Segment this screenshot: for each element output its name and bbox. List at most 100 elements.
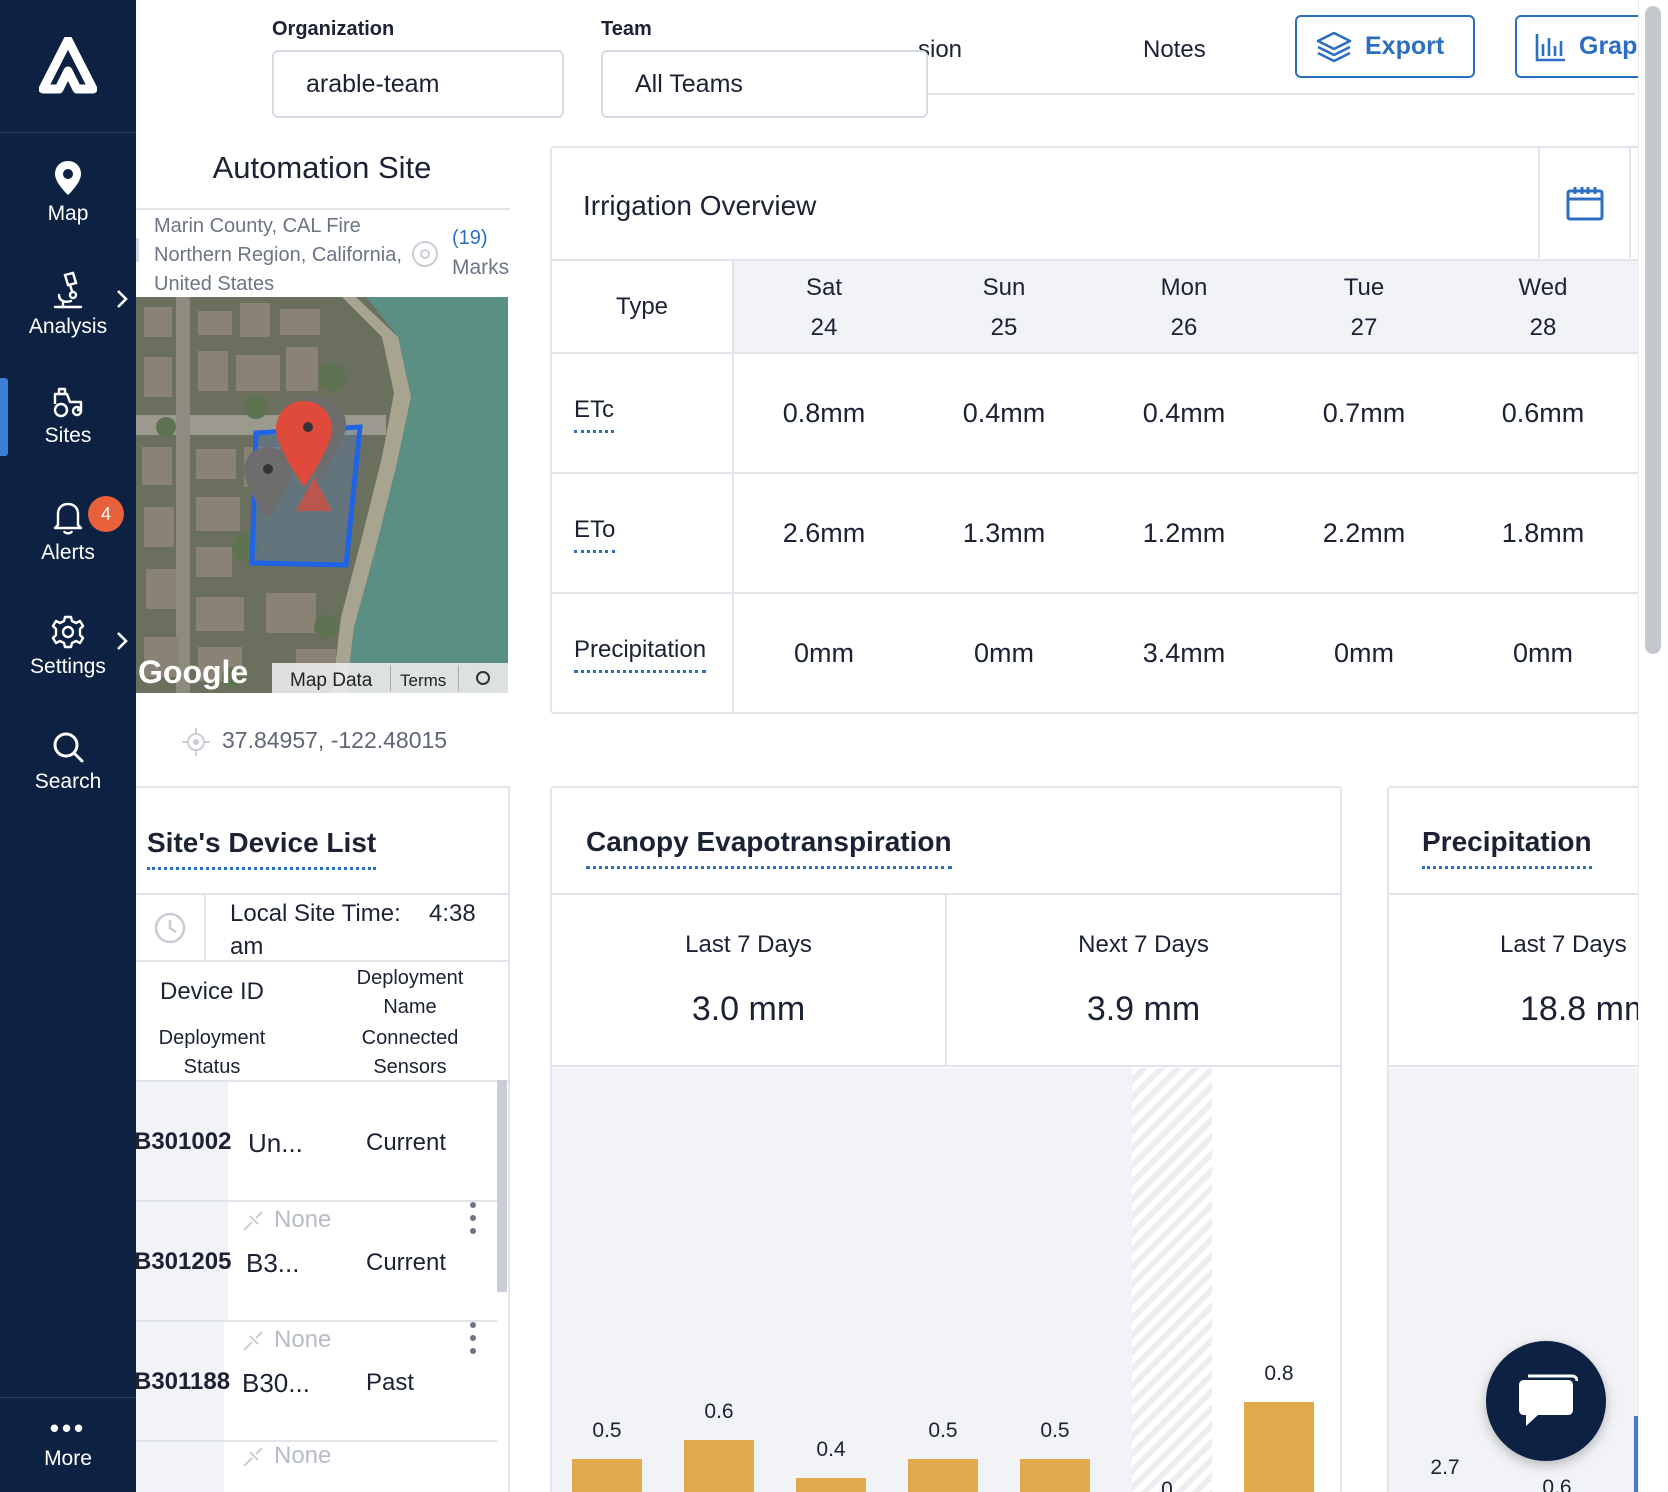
canopy-et-bar[interactable] [796, 1478, 866, 1492]
etc-row-label[interactable]: ETc [574, 396, 615, 433]
device-list-title[interactable]: Site's Device List [147, 827, 377, 870]
arable-logo[interactable] [0, 0, 136, 133]
link-broken-icon [243, 1447, 263, 1467]
canopy-et-bar[interactable] [1244, 1402, 1314, 1492]
precipitation-row-label[interactable]: Precipitation [574, 636, 707, 673]
nav-more[interactable]: ••• More [0, 1397, 136, 1492]
graph-button[interactable]: Graph [1515, 15, 1655, 78]
col-connected-sensors[interactable]: Connected Sensors [340, 1024, 480, 1082]
nav-analysis[interactable]: Analysis [0, 255, 136, 355]
col-device-id[interactable]: Device ID [150, 978, 274, 1006]
canopy-et-bar[interactable] [684, 1440, 754, 1492]
nav-more-label: More [44, 1447, 92, 1470]
link-broken-icon [243, 1211, 263, 1231]
eto-value: 2.6mm [782, 518, 866, 548]
canopy-et-bar-label: 0.8 [1264, 1362, 1294, 1385]
irr-divider [551, 259, 1640, 261]
etc-value: 0.6mm [1501, 398, 1585, 428]
location-target-icon[interactable] [411, 240, 439, 268]
precip-value: 0mm [974, 638, 1034, 668]
canopy-et-bar[interactable] [908, 1459, 978, 1492]
organization-select[interactable]: arable-team [272, 50, 564, 118]
site-map[interactable]: Google Map Data Terms [136, 297, 508, 693]
canopy-et-bar-label: 0.5 [928, 1419, 958, 1442]
deployment-name[interactable]: Un... [248, 1128, 303, 1159]
arable-logo-icon [39, 37, 97, 94]
eto-row-label[interactable]: ETo [574, 516, 616, 553]
day-header: Wed 28 [1453, 268, 1633, 348]
canopy-et-title[interactable]: Canopy Evapotranspiration [586, 826, 952, 869]
connected-sensors-value: None [274, 1442, 332, 1469]
bell-icon [53, 502, 83, 535]
local-time-value: 4:38 [429, 900, 476, 927]
day-header: Sun 25 [914, 268, 1094, 348]
link-broken-icon [243, 1331, 263, 1351]
col-deployment-name[interactable]: Deployment Name [340, 964, 480, 1022]
etc-value: 0.7mm [1322, 398, 1406, 428]
device-id[interactable]: B301188 [134, 1368, 230, 1396]
canopy-et-bar[interactable] [572, 1459, 642, 1492]
tractor-icon [53, 387, 83, 418]
more-dots-icon: ••• [49, 1413, 87, 1443]
day-header: Mon 26 [1094, 268, 1274, 348]
export-button[interactable]: Export [1295, 15, 1475, 78]
irr-divider [551, 592, 1640, 594]
col-deployment-status[interactable]: Deployment Status [142, 1024, 282, 1082]
device-id[interactable]: B301205 [134, 1248, 231, 1276]
precip-value: 0mm [1334, 638, 1394, 668]
site-address: Marin County, CAL Fire Northern Region, … [154, 215, 402, 295]
irr-divider [551, 352, 1640, 354]
nav-sites[interactable]: Sites [0, 367, 136, 467]
nav-settings[interactable]: Settings [0, 597, 136, 697]
day-name: Tue [1343, 274, 1385, 301]
chat-button[interactable] [1486, 1341, 1606, 1461]
nav-alerts[interactable]: Alerts 4 [0, 482, 136, 582]
day-date: 25 [990, 314, 1018, 341]
device-divider [136, 960, 509, 962]
clock-cell [136, 895, 206, 961]
team-label: Team [601, 18, 652, 40]
google-logo: Google [138, 654, 248, 690]
canopy-et-bar[interactable] [1020, 1459, 1090, 1492]
deployment-name[interactable]: B3... [246, 1248, 299, 1279]
device-row-id-bg [136, 1442, 224, 1492]
team-select[interactable]: All Teams [601, 50, 928, 118]
deployment-status: Past [366, 1369, 415, 1396]
row-menu-kebab-icon[interactable] [467, 1322, 479, 1354]
card-divider [1389, 893, 1640, 895]
deployment-name[interactable]: B30... [242, 1368, 310, 1399]
crosshair-icon [182, 728, 210, 756]
connected-sensors: None [242, 1442, 331, 1470]
precip-value: 0mm [1513, 638, 1573, 668]
canopy-et-bar-label: 0.4 [816, 1438, 846, 1461]
tab-notes[interactable]: Notes [1143, 36, 1206, 64]
address-edge [136, 238, 139, 262]
eto-value: 1.2mm [1142, 518, 1226, 548]
next-7-days-label: Next 7 Days [1078, 931, 1209, 958]
irrigation-overview-title: Irrigation Overview [583, 190, 817, 221]
nav-alerts-label: Alerts [41, 541, 95, 564]
etc-value: 0.4mm [1142, 398, 1226, 428]
chevron-right-icon [117, 290, 128, 308]
nav-analysis-label: Analysis [28, 315, 108, 338]
card-divider [552, 1065, 1340, 1067]
device-id[interactable]: B301002 [134, 1128, 231, 1156]
marks-count[interactable]: (19) [452, 227, 488, 250]
organization-label: Organization [272, 18, 395, 40]
nav-search[interactable]: Search [0, 712, 136, 812]
canopy-et-bar-label: 0.5 [592, 1419, 622, 1442]
sidebar: Map Analysis Sites Alerts 4 Settings Sea… [0, 0, 136, 1492]
etc-value: 0.8mm [782, 398, 866, 428]
page-scrollbar[interactable] [1645, 6, 1661, 654]
site-divider [136, 208, 510, 210]
marks-label: Marks [452, 256, 510, 279]
row-menu-kebab-icon[interactable] [467, 1202, 479, 1234]
nav-map[interactable]: Map [0, 143, 136, 243]
device-list-scrollbar[interactable] [497, 1080, 507, 1292]
chat-bubble-icon [1519, 1374, 1578, 1426]
clock-icon [154, 912, 186, 944]
precipitation-title[interactable]: Precipitation [1422, 826, 1592, 869]
calendar-button[interactable] [1538, 148, 1631, 258]
day-date: 28 [1529, 314, 1557, 341]
canopy-et-bar-label: 0.5 [1040, 1419, 1070, 1442]
